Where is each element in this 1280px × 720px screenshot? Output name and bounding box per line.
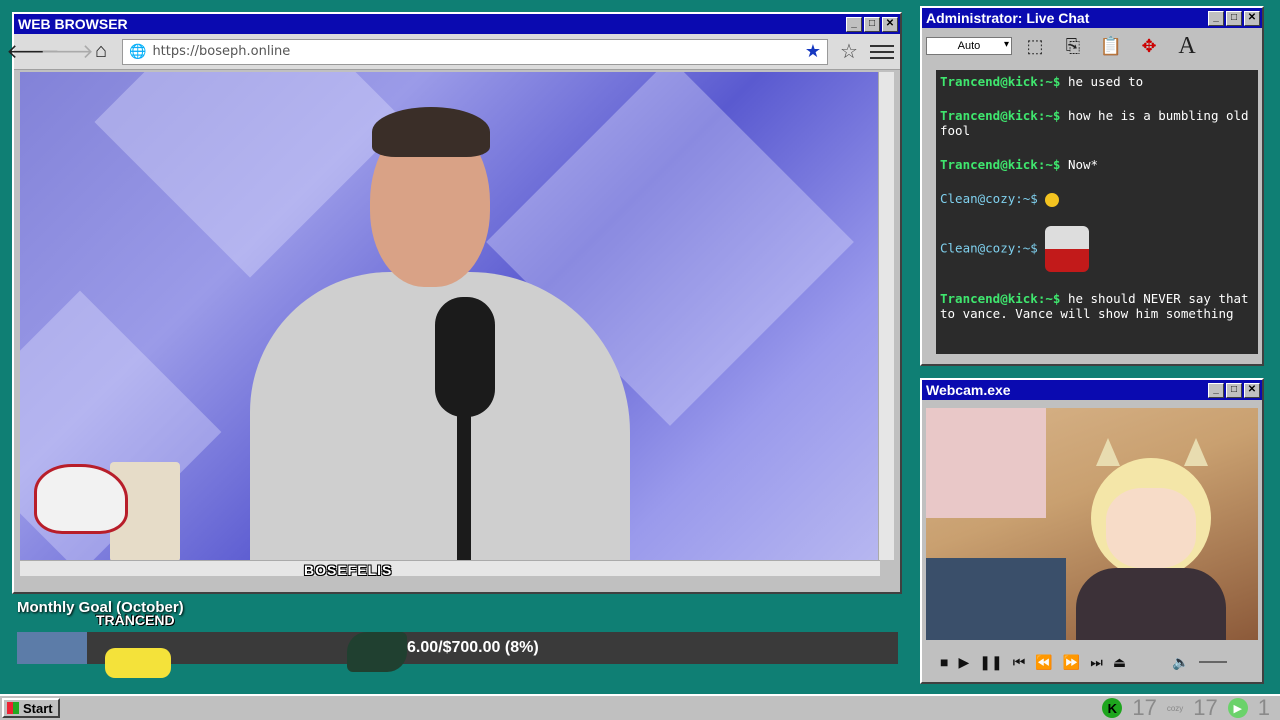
- zoom-select[interactable]: Auto: [926, 37, 1012, 55]
- paste-icon[interactable]: 📋: [1096, 31, 1126, 61]
- close-button[interactable]: ✕: [1244, 10, 1260, 26]
- start-button[interactable]: Start: [2, 698, 60, 718]
- chat-toolbar: Auto ⬚ ⎘ 📋 ✥ A: [922, 28, 1262, 64]
- chat-log[interactable]: Trancend@kick:~$ he used to Trancend@kick…: [936, 70, 1258, 354]
- eject-icon[interactable]: ⏏: [1113, 654, 1126, 671]
- minimize-button[interactable]: _: [1208, 382, 1224, 398]
- browser-title: WEB BROWSER: [18, 16, 128, 32]
- forward-button[interactable]: 🡒: [40, 39, 94, 65]
- video-player[interactable]: [20, 72, 880, 560]
- cozy-viewer-count: 17: [1193, 695, 1218, 720]
- kick-viewer-count: 17: [1132, 695, 1157, 720]
- play-circle-icon: ▶: [1227, 698, 1248, 718]
- move-icon[interactable]: ✥: [1134, 31, 1164, 61]
- address-bar[interactable]: 🌐 https://boseph.online ★: [122, 38, 828, 65]
- chat-username[interactable]: Trancend@kick:~$: [940, 157, 1060, 172]
- play-icon[interactable]: ▶: [958, 654, 969, 671]
- fast-forward-icon[interactable]: ⏩: [1063, 654, 1080, 671]
- maximize-button[interactable]: □: [864, 16, 880, 32]
- avatar: [1076, 428, 1226, 640]
- bookmarks-star-icon[interactable]: ☆: [836, 39, 862, 65]
- menu-icon[interactable]: [870, 44, 894, 59]
- previous-icon[interactable]: ⏮: [1013, 654, 1026, 671]
- chat-message: Clean@cozy:~$: [940, 191, 1254, 207]
- chat-titlebar[interactable]: Administrator: Live Chat _ □ ✕: [922, 8, 1262, 28]
- webcam-window: Webcam.exe _ □ ✕ ■ ▶ ❚❚ ⏮ ⏪ ⏩ ⏭ ⏏ 🔈: [920, 378, 1264, 684]
- goal-progress-fill: [17, 632, 88, 664]
- close-button[interactable]: ✕: [882, 16, 898, 32]
- vertical-scrollbar[interactable]: [878, 72, 894, 560]
- pikachu-sprite: [105, 648, 171, 678]
- chat-message: Trancend@kick:~$ he should NEVER say tha…: [940, 291, 1254, 321]
- chat-window: Administrator: Live Chat _ □ ✕ Auto ⬚ ⎘ …: [920, 6, 1264, 366]
- chat-message: Trancend@kick:~$ Now*: [940, 157, 1254, 172]
- close-button[interactable]: ✕: [1244, 382, 1260, 398]
- maximize-button[interactable]: □: [1226, 382, 1242, 398]
- url-text: https://boseph.online: [152, 44, 291, 59]
- browser-toolbar: 🡐 🡒 ⌂ 🌐 https://boseph.online ★ ☆: [6, 34, 900, 70]
- party-logo: [34, 464, 128, 534]
- home-icon[interactable]: ⌂: [88, 39, 114, 65]
- chat-username[interactable]: Trancend@kick:~$: [940, 108, 1060, 123]
- taskbar: Start K 17 cozy 17 ▶ 1: [0, 694, 1280, 720]
- minimize-button[interactable]: _: [1208, 10, 1224, 26]
- stop-icon[interactable]: ■: [940, 654, 948, 670]
- chat-username[interactable]: Clean@cozy:~$: [940, 191, 1038, 206]
- webcam-title: Webcam.exe: [926, 382, 1011, 398]
- chat-text: he used to: [1067, 74, 1144, 89]
- system-tray: K 17 cozy 17 ▶ 1: [1102, 695, 1270, 720]
- kick-icon: K: [1102, 698, 1123, 718]
- minimize-button[interactable]: _: [846, 16, 862, 32]
- play-viewer-count: 1: [1257, 695, 1270, 720]
- chat-message: Trancend@kick:~$ he used to: [940, 74, 1254, 89]
- chat-text: Now*: [1067, 157, 1099, 172]
- bookmarked-star-icon[interactable]: ★: [805, 41, 821, 62]
- webcam-view: [926, 408, 1258, 640]
- copy-icon[interactable]: ⎘: [1058, 31, 1088, 61]
- chat-username[interactable]: Trancend@kick:~$: [940, 74, 1060, 89]
- media-controls: ■ ▶ ❚❚ ⏮ ⏪ ⏩ ⏭ ⏏ 🔈: [930, 648, 1254, 676]
- next-icon[interactable]: ⏭: [1090, 654, 1103, 671]
- webcam-titlebar[interactable]: Webcam.exe _ □ ✕: [922, 380, 1262, 400]
- font-icon[interactable]: A: [1172, 31, 1202, 61]
- windows-logo-icon: [7, 702, 19, 714]
- chat-title: Administrator: Live Chat: [926, 10, 1090, 26]
- microphone: [435, 297, 495, 417]
- goal-amount: 6.00/$700.00 (8%): [407, 639, 539, 656]
- goal-progress-bar: 6.00/$700.00 (8%): [17, 632, 898, 678]
- top-donor-label: TRANCEND: [96, 612, 175, 628]
- chat-message: Trancend@kick:~$ how he is a bumbling ol…: [940, 108, 1254, 138]
- maximize-button[interactable]: □: [1226, 10, 1242, 26]
- select-icon[interactable]: ⬚: [1020, 31, 1050, 61]
- smile-emoji-icon: [1045, 192, 1060, 207]
- horizontal-scrollbar[interactable]: [20, 560, 880, 576]
- video-caption: BOSEFELIS: [304, 562, 393, 578]
- runner-sprite: [347, 632, 407, 672]
- globe-icon: 🌐: [129, 43, 147, 59]
- chat-username[interactable]: Trancend@kick:~$: [940, 291, 1060, 306]
- cozy-icon: cozy: [1166, 703, 1184, 713]
- chat-username[interactable]: Clean@cozy:~$: [940, 240, 1038, 255]
- volume-slider[interactable]: [1199, 661, 1228, 663]
- browser-titlebar[interactable]: WEB BROWSER _ □ ✕: [14, 14, 900, 34]
- browser-window: WEB BROWSER _ □ ✕ 🡐 🡒 ⌂ 🌐 https://boseph…: [6, 12, 902, 594]
- rewind-icon[interactable]: ⏪: [1035, 654, 1052, 671]
- sticker-image: [1045, 225, 1090, 272]
- volume-icon[interactable]: 🔈: [1172, 654, 1189, 671]
- chat-message: Clean@cozy:~$: [940, 225, 1254, 272]
- start-label: Start: [23, 700, 53, 716]
- pause-icon[interactable]: ❚❚: [979, 654, 1002, 671]
